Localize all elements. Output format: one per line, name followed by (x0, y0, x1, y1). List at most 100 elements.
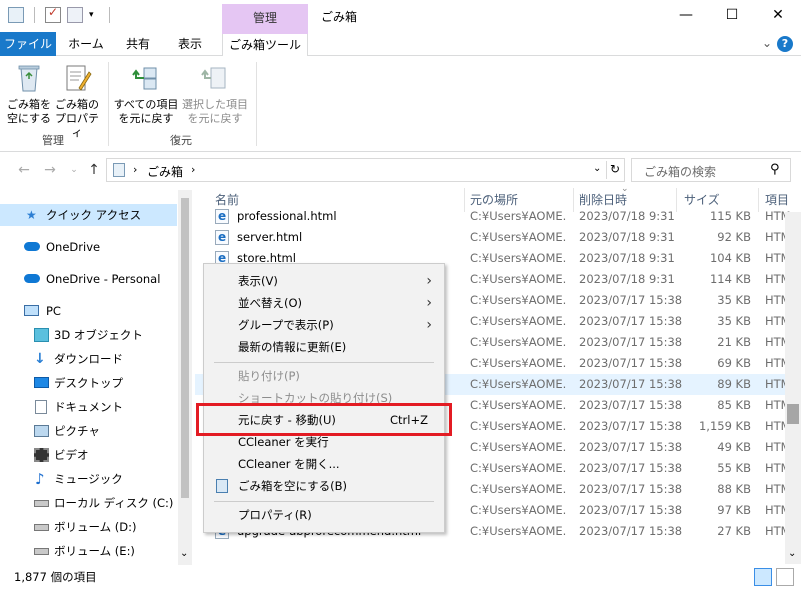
file-size: 104 KB (709, 251, 751, 265)
sidebar-item-downloads[interactable]: ↓ ダウンロード (0, 348, 177, 370)
forward-arrow-icon[interactable]: → (42, 162, 58, 178)
sidebar-item-onedrive-personal[interactable]: OneDrive - Personal (0, 268, 177, 290)
search-box[interactable]: ごみ箱の検索 ⚲ (631, 158, 791, 182)
sidebar-item-volume-e[interactable]: ボリューム (E:) (0, 540, 177, 562)
menu-item-paste[interactable]: 貼り付け(P) (204, 365, 444, 387)
menu-item-label: グループで表示(P) (238, 318, 334, 332)
date-deleted: 2023/07/18 9:31 (579, 209, 675, 223)
menu-item-properties[interactable]: プロパティ(R) (204, 504, 444, 526)
sidebar-item-quick-access[interactable]: ★ クイック アクセス (0, 204, 177, 226)
original-location: C:¥Users¥AOME... (470, 524, 566, 538)
menu-item-label: 表示(V) (238, 274, 278, 288)
ribbon: ごみ箱を 空にする ごみ箱の プロパティ 管理 すべての項目 を元に戻す 選択し… (0, 56, 801, 152)
file-size: 21 KB (717, 335, 751, 349)
context-tab-manage[interactable]: 管理 (222, 4, 308, 32)
navigation-pane: ★ クイック アクセス OneDrive OneDrive - Personal… (0, 190, 193, 565)
file-list-scroll-thumb[interactable] (787, 404, 799, 424)
minimize-button[interactable]: — (663, 0, 709, 30)
sidebar-item-local-disk-c[interactable]: ローカル ディスク (C:) (0, 492, 177, 514)
menu-item-refresh[interactable]: 最新の情報に更新(E) (204, 336, 444, 358)
address-dropdown-icon[interactable]: ⌄ (593, 163, 601, 174)
window-title: ごみ箱 (321, 10, 358, 24)
tab-share[interactable]: 共有 (116, 32, 160, 56)
restore-all-label-2: を元に戻す (118, 112, 174, 125)
menu-item-view[interactable]: 表示(V) › (204, 270, 444, 292)
date-deleted: 2023/07/18 9:31 (579, 251, 675, 265)
restore-selected-button[interactable]: 選択した項目 を元に戻す (180, 60, 250, 126)
sidebar-item-desktop[interactable]: デスクトップ (0, 372, 177, 394)
file-size: 115 KB (709, 209, 751, 223)
sidebar-item-pictures[interactable]: ピクチャ (0, 420, 177, 442)
file-size: 88 KB (717, 482, 751, 496)
sidebar-item-label: ミュージック (54, 472, 123, 486)
search-input[interactable]: ごみ箱の検索 (644, 163, 716, 180)
customize-toolbar-icon[interactable]: ▾ (89, 10, 99, 20)
help-icon[interactable]: ? (777, 36, 793, 52)
scroll-down-icon[interactable]: ⌄ (788, 548, 796, 559)
desktop-icon (34, 377, 49, 388)
status-bar: 1,877 個の項目 (0, 565, 801, 589)
original-location: C:¥Users¥AOME... (470, 314, 566, 328)
menu-item-group-by[interactable]: グループで表示(P) › (204, 314, 444, 336)
refresh-icon[interactable]: ↻ (610, 162, 620, 176)
sidebar-item-label: ドキュメント (54, 400, 123, 414)
large-icons-view-icon[interactable] (776, 568, 794, 586)
menu-item-sort[interactable]: 並べ替え(O) › (204, 292, 444, 314)
table-row[interactable]: professional.html C:¥Users¥AOME... 2023/07… (195, 206, 791, 227)
file-list-scrollbar[interactable]: ⌄ (785, 212, 801, 564)
sort-indicator-icon: ⌄ (621, 188, 629, 194)
original-location: C:¥Users¥AOME... (470, 482, 566, 496)
tab-file[interactable]: ファイル (0, 32, 56, 56)
sidebar-item-label: 3D オブジェクト (54, 328, 143, 342)
file-size: 49 KB (717, 440, 751, 454)
menu-item-label: プロパティ(R) (238, 508, 312, 522)
scroll-down-icon[interactable]: ⌄ (180, 548, 188, 559)
sidebar-item-pc[interactable]: PC (0, 300, 177, 322)
sidebar-item-documents[interactable]: ドキュメント (0, 396, 177, 418)
sidebar-item-videos[interactable]: ビデオ (0, 444, 177, 466)
search-icon[interactable]: ⚲ (770, 162, 780, 177)
menu-item-ccleaner-open[interactable]: CCleaner を開く... (204, 453, 444, 475)
restore-all-label-1: すべての項目 (113, 98, 179, 111)
sidebar-item-music[interactable]: ♪ ミュージック (0, 468, 177, 490)
details-view-icon[interactable] (754, 568, 772, 586)
ribbon-group-divider (256, 62, 257, 146)
restore-all-button[interactable]: すべての項目 を元に戻す (112, 60, 180, 126)
sidebar-item-volume-d[interactable]: ボリューム (D:) (0, 516, 177, 538)
file-size: 35 KB (717, 293, 751, 307)
restore-selected-label-2: を元に戻す (187, 112, 243, 125)
tab-recycle-bin-tools[interactable]: ごみ箱ツール (222, 32, 308, 57)
new-folder-icon[interactable] (67, 7, 83, 23)
submenu-arrow-icon: › (426, 273, 432, 289)
maximize-button[interactable]: ☐ (709, 0, 755, 30)
table-row[interactable]: server.html C:¥Users¥AOME... 2023/07/18 9:… (195, 227, 791, 248)
sidebar-scrollbar[interactable]: ⌄ (178, 190, 192, 565)
date-deleted: 2023/07/17 15:38 (579, 419, 683, 433)
date-deleted: 2023/07/17 15:38 (579, 482, 683, 496)
menu-item-empty-recycle-bin[interactable]: ごみ箱を空にする(B) (204, 475, 444, 497)
recent-locations-chevron-icon[interactable]: ⌄ (66, 162, 82, 178)
back-arrow-icon[interactable]: ← (16, 162, 32, 178)
up-arrow-icon[interactable]: ↑ (86, 162, 102, 178)
breadcrumb-recycle-bin[interactable]: ごみ箱 (147, 163, 183, 180)
tab-view[interactable]: 表示 (166, 32, 214, 56)
sidebar-item-label: ピクチャ (54, 424, 100, 438)
sidebar-item-label: ビデオ (54, 448, 89, 462)
sidebar-item-onedrive[interactable]: OneDrive (0, 236, 177, 258)
menu-separator (214, 362, 434, 363)
tab-home[interactable]: ホーム (62, 32, 110, 56)
title-bar: ✓ ▾ 管理 ごみ箱 — ☐ ✕ (0, 0, 801, 32)
properties-label-1: ごみ箱の (55, 98, 99, 111)
empty-recycle-bin-button[interactable]: ごみ箱を 空にする (4, 60, 54, 126)
file-size: 114 KB (709, 272, 751, 286)
original-location: C:¥Users¥AOME... (470, 356, 566, 370)
original-location: C:¥Users¥AOME... (470, 209, 566, 223)
close-button[interactable]: ✕ (755, 0, 801, 30)
ribbon-tabs: ファイル ホーム 共有 表示 ごみ箱ツール ⌄ (0, 32, 801, 57)
collapse-ribbon-icon[interactable]: ⌄ (762, 36, 772, 50)
properties-check-icon[interactable]: ✓ (45, 5, 61, 23)
sidebar-item-3d-objects[interactable]: 3D オブジェクト (0, 324, 177, 346)
address-bar[interactable]: › ごみ箱 › ⌄ ↻ (106, 158, 625, 182)
sidebar-scroll-thumb[interactable] (181, 198, 189, 498)
recycle-bin-properties-button[interactable]: ごみ箱の プロパティ (52, 60, 102, 140)
